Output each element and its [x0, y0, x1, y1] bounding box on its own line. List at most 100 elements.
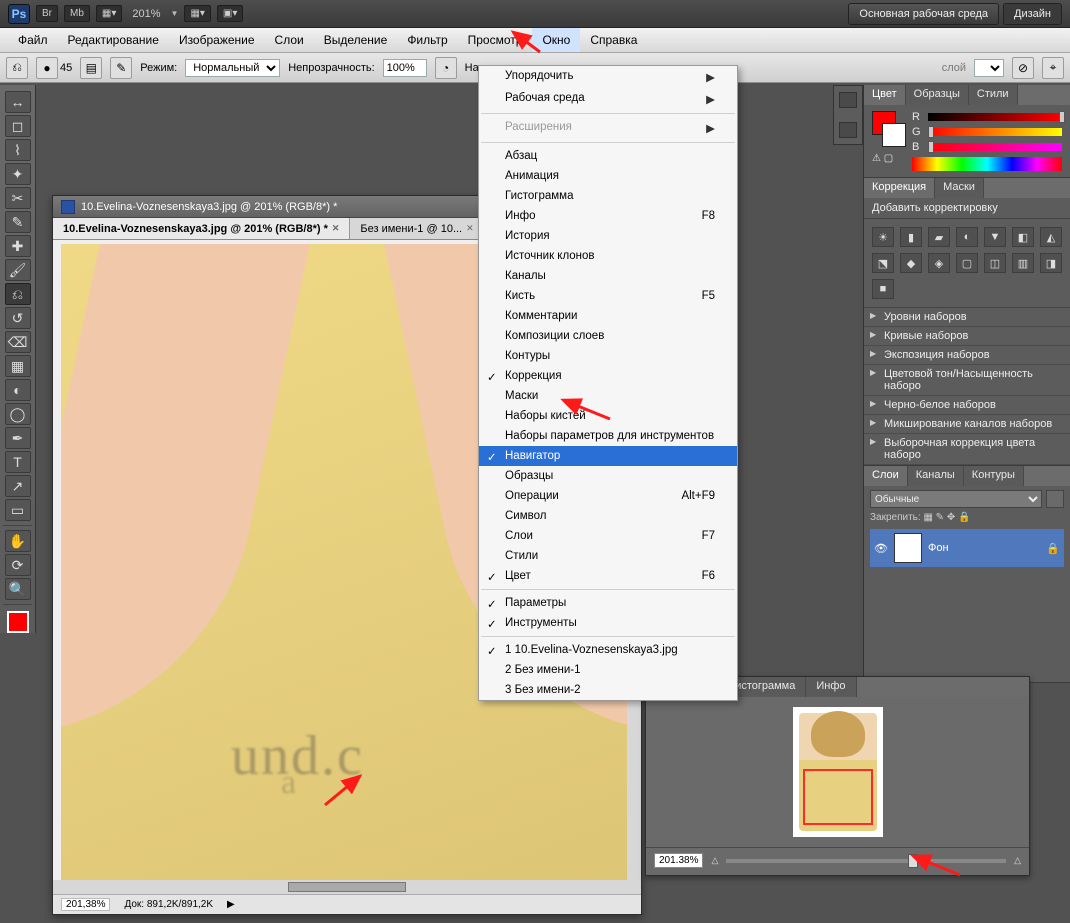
arrange-button[interactable]: ▦▾: [184, 5, 210, 22]
menu-выделение[interactable]: Выделение: [314, 28, 398, 52]
panel-tab[interactable]: Маски: [935, 178, 984, 198]
minibridge-button[interactable]: Mb: [64, 5, 90, 22]
zoom-tool[interactable]: 🔍: [5, 578, 31, 600]
shape-tool[interactable]: ▭: [5, 499, 31, 521]
stamp-tool[interactable]: ⎌: [5, 283, 31, 305]
zoom-out-icon[interactable]: △: [711, 855, 718, 866]
doc-tab-1[interactable]: 10.Evelina-Voznesenskaya3.jpg @ 201% (RG…: [53, 218, 350, 239]
menu-item[interactable]: 2 Без имени-1: [479, 660, 737, 680]
menu-item[interactable]: ✓Параметры: [479, 593, 737, 613]
adjustment-icon[interactable]: ◨: [1040, 253, 1062, 273]
menu-item[interactable]: СлоиF7: [479, 526, 737, 546]
spectrum-bar[interactable]: [912, 157, 1062, 171]
menu-item[interactable]: ✓ЦветF6: [479, 566, 737, 586]
menu-item[interactable]: Источник клонов: [479, 246, 737, 266]
menu-item[interactable]: ✓Коррекция: [479, 366, 737, 386]
bridge-button[interactable]: Br: [36, 5, 58, 22]
panel-tab[interactable]: Коррекция: [864, 178, 935, 198]
zoom-in-icon[interactable]: △: [1014, 855, 1021, 866]
ignore-adj-icon[interactable]: ⊘: [1012, 57, 1034, 79]
panel-tab[interactable]: Образцы: [906, 85, 969, 105]
navigator-zoom-value[interactable]: 201.38%: [654, 853, 703, 868]
menu-item[interactable]: ✓1 10.Evelina-Voznesenskaya3.jpg: [479, 640, 737, 660]
menu-item[interactable]: Символ: [479, 506, 737, 526]
pressure-size-icon[interactable]: ⌖: [1042, 57, 1064, 79]
wand-tool[interactable]: ✦: [5, 163, 31, 185]
b-slider[interactable]: [928, 143, 1062, 151]
preset-item[interactable]: Экспозиция наборов: [864, 346, 1070, 365]
marquee-tool[interactable]: ◻: [5, 115, 31, 137]
panel-tab[interactable]: Цвет: [864, 85, 906, 105]
navigator-panel[interactable]: НавигаторГистограммаИнфо 201.38% △ △: [645, 676, 1030, 876]
navigator-view-rect[interactable]: [803, 769, 873, 825]
adjustment-icon[interactable]: ◧: [1012, 227, 1034, 247]
dodge-tool[interactable]: ◯: [5, 403, 31, 425]
panel-tab[interactable]: Слои: [864, 466, 908, 486]
preset-item[interactable]: Кривые наборов: [864, 327, 1070, 346]
adjustment-icon[interactable]: ▼: [984, 227, 1006, 247]
menu-item[interactable]: Упорядочить▶: [479, 66, 737, 88]
bg-color-swatch[interactable]: [882, 123, 906, 147]
history-brush-tool[interactable]: ↺: [5, 307, 31, 329]
gradient-tool[interactable]: ▦: [5, 355, 31, 377]
sample-select[interactable]: [974, 59, 1004, 77]
adjustment-icon[interactable]: ◭: [1040, 227, 1062, 247]
stamp-tool-icon[interactable]: ⎌: [6, 57, 28, 79]
menu-item[interactable]: 3 Без имени-2: [479, 680, 737, 700]
menu-фильтр[interactable]: Фильтр: [397, 28, 457, 52]
healing-tool[interactable]: ✚: [5, 235, 31, 257]
move-tool[interactable]: ↔: [5, 91, 31, 113]
preset-item[interactable]: Выборочная коррекция цвета наборо: [864, 434, 1070, 465]
menu-item[interactable]: Образцы: [479, 466, 737, 486]
zoom-display[interactable]: 201%: [128, 8, 164, 20]
blend-mode-layers[interactable]: Обычные: [870, 490, 1042, 508]
doc-tab-2[interactable]: Без имени-1 @ 10...✕: [350, 218, 484, 239]
layers-menu-icon[interactable]: [1046, 490, 1064, 508]
eraser-tool[interactable]: ⌫: [5, 331, 31, 353]
adjustment-icon[interactable]: ◫: [984, 253, 1006, 273]
menu-окно[interactable]: Окно: [532, 28, 580, 52]
brush-tool[interactable]: 🖌: [5, 259, 31, 281]
menu-item[interactable]: Анимация: [479, 166, 737, 186]
layer-row[interactable]: 👁 Фон 🔒: [870, 529, 1064, 567]
panel-tab[interactable]: Каналы: [908, 466, 964, 486]
adjustment-icon[interactable]: ◈: [928, 253, 950, 273]
adjustment-icon[interactable]: ⬔: [872, 253, 894, 273]
blur-tool[interactable]: ◐: [5, 379, 31, 401]
menu-item[interactable]: Гистограмма: [479, 186, 737, 206]
status-zoom[interactable]: 201,38%: [61, 898, 110, 911]
menu-item[interactable]: ✓Инструменты: [479, 613, 737, 633]
foreground-swatch[interactable]: [7, 611, 29, 633]
menu-изображение[interactable]: Изображение: [169, 28, 265, 52]
adjustment-icon[interactable]: ▥: [1012, 253, 1034, 273]
screenmode-button[interactable]: ▣▾: [217, 5, 243, 22]
brush-preview-icon[interactable]: ●: [36, 57, 58, 79]
opacity-input[interactable]: [383, 59, 427, 77]
menu-item[interactable]: История: [479, 226, 737, 246]
menu-просмотр[interactable]: Просмотр: [458, 28, 533, 52]
menu-слои[interactable]: Слои: [265, 28, 314, 52]
hand-tool[interactable]: ✋: [5, 530, 31, 552]
h-scrollbar[interactable]: [53, 880, 641, 894]
visibility-icon[interactable]: 👁: [874, 542, 888, 555]
menu-item[interactable]: Композиции слоев: [479, 326, 737, 346]
workspace-button[interactable]: Основная рабочая среда: [848, 3, 999, 25]
adjustment-icon[interactable]: ◆: [900, 253, 922, 273]
navigator-zoom-slider[interactable]: [726, 859, 1006, 863]
preset-item[interactable]: Черно-белое наборов: [864, 396, 1070, 415]
blend-mode-select[interactable]: Нормальный: [185, 59, 280, 77]
tab-close-icon[interactable]: ✕: [466, 223, 474, 234]
eyedropper-tool[interactable]: ✎: [5, 211, 31, 233]
panel-tab[interactable]: Инфо: [806, 677, 856, 697]
menu-item[interactable]: Каналы: [479, 266, 737, 286]
menu-справка[interactable]: Справка: [580, 28, 647, 52]
adjustment-icon[interactable]: ☀: [872, 227, 894, 247]
adjustment-icon[interactable]: ▮: [900, 227, 922, 247]
menu-item[interactable]: ✓Навигатор: [479, 446, 737, 466]
preset-item[interactable]: Цветовой тон/Насыщенность наборо: [864, 365, 1070, 396]
collapsed-dock[interactable]: [833, 85, 863, 145]
menu-редактирование[interactable]: Редактирование: [58, 28, 169, 52]
rotate-tool[interactable]: ⟳: [5, 554, 31, 576]
menu-item[interactable]: Абзац: [479, 146, 737, 166]
viewmode-button[interactable]: ▦▾: [96, 5, 122, 22]
